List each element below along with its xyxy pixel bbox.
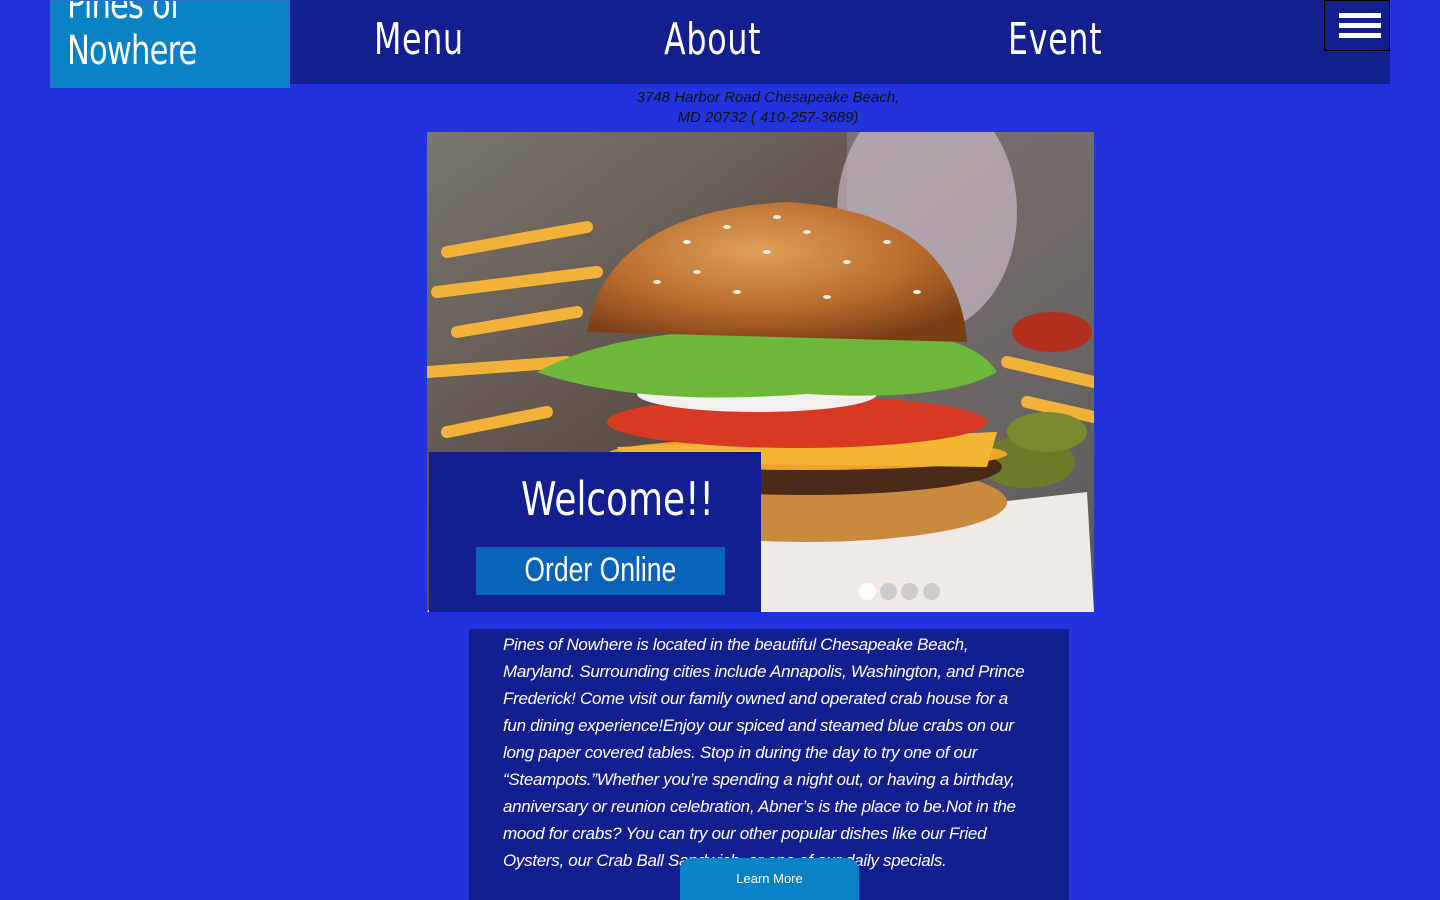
about-description: Pines of Nowhere is located in the beaut… xyxy=(503,635,1025,870)
welcome-box: Welcome!! Order Online xyxy=(429,452,761,612)
logo-line-2: Nowhere xyxy=(67,28,197,74)
welcome-heading: Welcome!! xyxy=(521,472,714,526)
slider-dot-4[interactable] xyxy=(923,583,940,600)
slider-dot-3[interactable] xyxy=(901,583,918,600)
order-online-label: Order Online xyxy=(524,551,677,589)
hamburger-menu-button[interactable] xyxy=(1324,0,1390,51)
logo-line-1: Pines of xyxy=(67,0,181,28)
nav-menu-link[interactable]: Menu xyxy=(374,14,464,65)
site-logo[interactable]: Pines of Nowhere xyxy=(50,0,290,88)
slider-dot-1[interactable] xyxy=(859,583,876,600)
order-online-button[interactable]: Order Online xyxy=(476,547,725,595)
slider-dot-2[interactable] xyxy=(880,583,897,600)
learn-more-button[interactable]: Learn More xyxy=(680,858,859,900)
address-line-2: MD 20732 ( 410-257-3689) xyxy=(677,109,859,126)
top-nav-bar: Menu About Event xyxy=(290,0,1390,84)
restaurant-address: 3748 Harbor Road Chesapeake Beach, MD 20… xyxy=(568,88,968,128)
nav-about-link[interactable]: About xyxy=(664,14,761,65)
nav-event-link[interactable]: Event xyxy=(1008,14,1102,65)
address-line-1: 3748 Harbor Road Chesapeake Beach, xyxy=(636,89,900,106)
